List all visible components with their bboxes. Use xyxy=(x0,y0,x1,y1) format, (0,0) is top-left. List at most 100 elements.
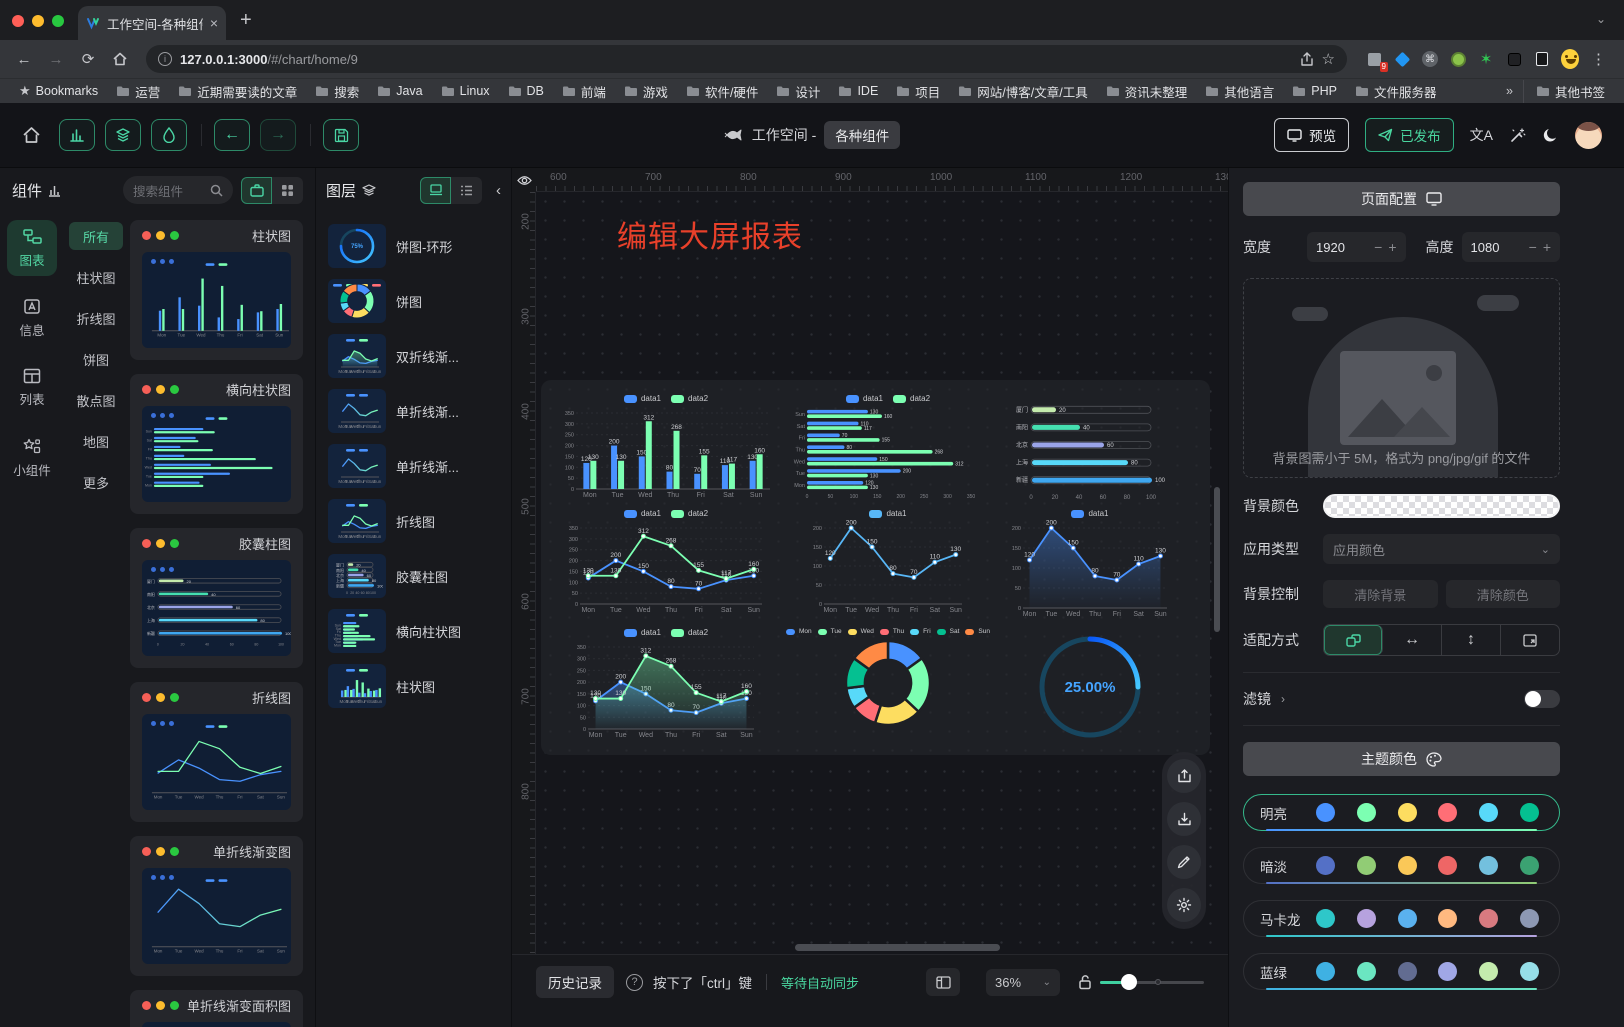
bookmark-item[interactable]: Java xyxy=(370,82,429,100)
fit-scale-icon[interactable] xyxy=(1324,625,1383,655)
browser-tab[interactable]: 工作空间-各种组件 × xyxy=(78,6,226,40)
height-stepper[interactable]: 1080 − + xyxy=(1462,232,1561,262)
translate-icon[interactable]: 文A xyxy=(1470,125,1493,145)
legend-item[interactable]: data1 xyxy=(869,509,906,518)
layer-item[interactable]: MonTueWedThuFriSatSun柱状图 xyxy=(328,664,499,708)
close-window-button[interactable] xyxy=(12,15,24,27)
bg-color-swatch[interactable] xyxy=(1323,494,1560,518)
filter-toggle[interactable] xyxy=(1524,690,1560,708)
bookmark-item[interactable]: 游戏 xyxy=(617,80,675,103)
legend-item[interactable]: data2 xyxy=(671,628,708,637)
bookmarks-overflow-chevron[interactable]: » xyxy=(1500,84,1519,98)
layer-item[interactable]: MonTueWedThuFriSatSun折线图 xyxy=(328,499,499,543)
bookmark-item[interactable]: 前端 xyxy=(555,80,613,103)
history-button[interactable]: 历史记录 xyxy=(536,966,614,998)
layer-item[interactable]: 饼图 xyxy=(328,279,499,323)
legend-item[interactable]: Sat xyxy=(937,628,960,635)
category-item[interactable]: 饼图 xyxy=(69,345,123,373)
bookmark-item[interactable]: PHP xyxy=(1285,82,1344,100)
legend-item[interactable]: data2 xyxy=(671,394,708,403)
dashboard-preview[interactable]: data1data2050100150200250300350120130Mon… xyxy=(541,380,1210,755)
bookmark-item[interactable]: 软件/硬件 xyxy=(679,80,765,103)
component-card[interactable]: 单折线渐变图MonTueWedThuFriSatSun xyxy=(130,836,303,976)
component-search-input[interactable]: 搜索组件 xyxy=(123,176,233,204)
maximize-window-button[interactable] xyxy=(52,15,64,27)
theme-color-dot[interactable] xyxy=(1357,856,1376,875)
background-upload-dropzone[interactable]: 背景图需小于 5M，格式为 png/jpg/gif 的文件 xyxy=(1243,278,1560,478)
legend-item[interactable]: data1 xyxy=(624,394,661,403)
zoom-select[interactable]: 36%⌄ xyxy=(986,969,1060,996)
canvas-text-note[interactable]: 编辑大屏报表 xyxy=(617,212,803,256)
chart-tool-button[interactable] xyxy=(59,119,95,151)
theme-color-dot[interactable] xyxy=(1316,909,1335,928)
theme-row-明亮[interactable]: 明亮 xyxy=(1243,794,1560,831)
bookmark-item[interactable]: 文件服务器 xyxy=(1348,80,1444,103)
theme-row-蓝绿[interactable]: 蓝绿 xyxy=(1243,953,1560,990)
app-type-select[interactable]: 应用颜色 ⌄ xyxy=(1323,534,1560,564)
layer-item[interactable]: 厦门20南阳40北京60上海80新疆100020406080100胶囊柱图 xyxy=(328,554,499,598)
chart-capsule[interactable]: 厦门20南阳40北京60上海80新疆100020406080100 xyxy=(999,392,1181,502)
chart-progress-ring[interactable]: 25.00% xyxy=(999,626,1181,744)
theme-color-dot[interactable] xyxy=(1357,962,1376,981)
window-controls[interactable] xyxy=(12,15,64,27)
legend-item[interactable]: data1 xyxy=(624,628,661,637)
horizontal-scrollbar[interactable] xyxy=(795,944,1000,951)
publish-button[interactable]: 已发布 xyxy=(1365,118,1454,152)
bookmark-item[interactable]: 网站/博客/文章/工具 xyxy=(951,80,1094,103)
chart-donut[interactable]: MonTueWedThuFriSatSun xyxy=(785,626,991,744)
bookmark-item[interactable]: 项目 xyxy=(889,80,947,103)
app-home-icon[interactable] xyxy=(22,126,41,144)
theme-color-dot[interactable] xyxy=(1316,962,1335,981)
page-config-header[interactable]: 页面配置 xyxy=(1243,182,1560,216)
bookmark-item[interactable]: 搜索 xyxy=(308,80,366,103)
category-item[interactable]: 地图 xyxy=(69,427,123,455)
theme-color-dot[interactable] xyxy=(1357,803,1376,822)
site-info-icon[interactable]: i xyxy=(158,52,172,66)
sidebar-tab-图表[interactable]: 图表 xyxy=(7,220,57,276)
dark-mode-moon-icon[interactable] xyxy=(1542,127,1559,144)
chart-hbar-grouped[interactable]: data1data2050100150200250300350Mon120130… xyxy=(785,392,991,502)
chart-line-gradient[interactable]: data10501001502001202001508070110130MonT… xyxy=(999,507,1181,621)
bookmark-star-icon[interactable]: ☆ xyxy=(1322,50,1335,68)
bookmark-item[interactable]: 近期需要读的文章 xyxy=(171,80,304,103)
theme-color-dot[interactable] xyxy=(1438,909,1457,928)
layer-item[interactable]: 75%饼图-环形 xyxy=(328,224,499,268)
chevron-right-icon[interactable]: › xyxy=(1281,692,1285,706)
component-card[interactable]: 折线图MonTueWedThuFriSatSun xyxy=(130,682,303,822)
fit-height-icon[interactable]: ↕ xyxy=(1442,625,1501,655)
tab-close-icon[interactable]: × xyxy=(210,15,218,31)
unlock-icon[interactable] xyxy=(1078,974,1092,990)
layer-view-toggle-thumbnail-icon[interactable] xyxy=(420,177,451,204)
panel-layout-icon[interactable] xyxy=(926,968,960,996)
other-bookmarks[interactable]: 其他书签 xyxy=(1523,80,1612,103)
legend-item[interactable]: data2 xyxy=(893,394,930,403)
minus-icon[interactable]: − xyxy=(1529,239,1537,255)
component-card[interactable]: 柱状图MonTueWedThuFriSatSun xyxy=(130,220,303,360)
bookmark-item[interactable]: 设计 xyxy=(769,80,827,103)
component-card[interactable]: 横向柱状图MonTueWedThuFriSatSun xyxy=(130,374,303,514)
theme-color-header[interactable]: 主题颜色 xyxy=(1243,742,1560,776)
zoom-slider-knob[interactable] xyxy=(1121,974,1137,990)
extension-icon[interactable] xyxy=(1393,50,1411,68)
bookmark-item[interactable]: Linux xyxy=(434,82,497,100)
legend-item[interactable]: data1 xyxy=(1071,509,1108,518)
width-stepper[interactable]: 1920 − + xyxy=(1307,232,1406,262)
category-item[interactable]: 更多 xyxy=(69,468,123,496)
legend-item[interactable]: Sun xyxy=(965,628,990,635)
extension-icon[interactable]: ⌘ xyxy=(1421,50,1439,68)
legend-item[interactable]: Mon xyxy=(786,628,812,635)
extension-icon[interactable] xyxy=(1533,50,1551,68)
layers-tool-button[interactable] xyxy=(105,119,141,151)
download-icon[interactable] xyxy=(1167,802,1201,836)
sidebar-tab-列表[interactable]: 列表 xyxy=(7,360,57,416)
new-tab-button[interactable]: + xyxy=(240,9,252,32)
address-bar[interactable]: i 127.0.0.1:3000/#/chart/home/9 ☆ xyxy=(146,45,1347,73)
forward-icon[interactable]: → xyxy=(42,45,70,73)
redo-button[interactable]: → xyxy=(260,119,296,151)
collapse-panel-chevron-icon[interactable]: ‹ xyxy=(496,182,501,199)
chart-area-double[interactable]: data1data2050100150200250300350120200150… xyxy=(555,626,777,744)
category-item[interactable]: 柱状图 xyxy=(69,263,123,291)
home-icon[interactable] xyxy=(106,45,134,73)
component-card[interactable]: 单折线渐变面积图MonTueWedThuFriSatSun xyxy=(130,990,303,1027)
bookmark-item[interactable]: 运营 xyxy=(109,80,167,103)
